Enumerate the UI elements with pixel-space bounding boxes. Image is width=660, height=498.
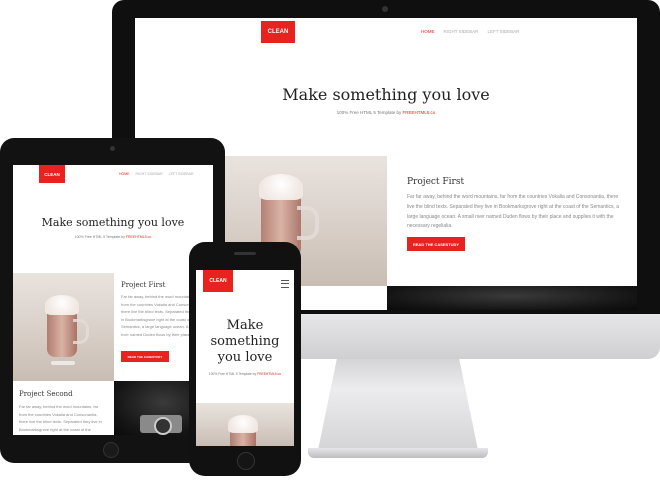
tablet-screen: CLEAN HOME RIGHT SIDEBAR LEFT SIDEBAR Ma…	[13, 165, 213, 435]
hamburger-icon[interactable]	[281, 280, 289, 288]
phone-screen: CLEAN Make something you love 100% Free …	[196, 270, 294, 446]
phone-mug-foam	[228, 415, 258, 433]
hero-tagline: 100% Free HTML 5 Template by FREEHTML5.c…	[135, 110, 637, 115]
tablet-hero-tagline: 100% Free HTML 5 Template by FREEHTML5.c…	[13, 235, 213, 239]
tablet-project-image	[13, 273, 114, 381]
nav-right-sidebar[interactable]: RIGHT SIDEBAR	[444, 29, 479, 34]
phone-site-logo[interactable]: CLEAN	[203, 270, 233, 292]
tablet-camera	[110, 146, 115, 151]
nav-left-sidebar[interactable]: LEFT SIDEBAR	[487, 29, 519, 34]
tagline-text: 100% Free HTML 5 Template by	[336, 110, 402, 115]
monitor-stand-neck	[317, 345, 479, 455]
phone-tagline-text: 100% Free HTML 5 Template by	[208, 372, 257, 376]
tablet-project-second-title: Project Second	[19, 390, 73, 398]
tablet-read-casestudy-button[interactable]: READ THE CASESTUDY	[121, 351, 169, 362]
tablet-mug-foam	[45, 295, 79, 315]
phone-tagline-link[interactable]: FREEHTML5.co	[257, 372, 281, 376]
site-logo[interactable]: CLEAN	[261, 21, 295, 43]
phone-hero-title: Make something you love	[210, 318, 280, 365]
phone-speaker	[234, 252, 256, 255]
mug-handle	[297, 206, 319, 240]
tablet-nav-left-sidebar[interactable]: LEFT SIDEBAR	[169, 172, 194, 176]
tablet-project-second-body: Far far away, behind the word mountains,…	[19, 404, 102, 435]
tagline-link[interactable]: FREEHTML5.co	[403, 110, 436, 115]
phone-home-button-icon[interactable]	[237, 452, 255, 470]
tablet-hero-title: Make something you love	[41, 216, 185, 229]
read-casestudy-button[interactable]: READ THE CASESTUDY	[407, 237, 465, 251]
project-image-dark	[387, 286, 637, 310]
site-nav: HOME RIGHT SIDEBAR LEFT SIDEBAR	[421, 29, 519, 34]
tablet-nav-home[interactable]: HOME	[119, 172, 130, 176]
phone-hero-tagline: 100% Free HTML 5 Template by FREEHTML5.c…	[196, 372, 294, 376]
phone-project-image	[196, 403, 294, 446]
tablet-mug-handle	[73, 319, 89, 344]
tablet-tagline-link[interactable]: FREEHTML5.co	[126, 235, 151, 239]
mug-foam	[259, 174, 303, 200]
project-title: Project First	[407, 177, 465, 187]
hero-title: Make something you love	[282, 85, 490, 104]
tablet-site-nav: HOME RIGHT SIDEBAR LEFT SIDEBAR	[119, 172, 194, 176]
monitor-stand-base	[308, 448, 488, 458]
tablet-mug-base	[51, 361, 75, 365]
tablet-project-title: Project First	[121, 281, 166, 289]
tablet-site-logo[interactable]: CLEAN	[39, 165, 65, 183]
monitor-camera	[382, 6, 388, 12]
tablet-nav-right-sidebar[interactable]: RIGHT SIDEBAR	[136, 172, 163, 176]
tablet-camera-photo-lens	[154, 417, 172, 435]
phone: CLEAN Make something you love 100% Free …	[189, 242, 301, 476]
tablet-tagline-text: 100% Free HTML 5 Template by	[74, 235, 125, 239]
project-body: Far far away, behind the word mountains,…	[407, 194, 620, 230]
tablet-home-button-icon[interactable]	[103, 442, 119, 458]
nav-home[interactable]: HOME	[421, 29, 435, 34]
